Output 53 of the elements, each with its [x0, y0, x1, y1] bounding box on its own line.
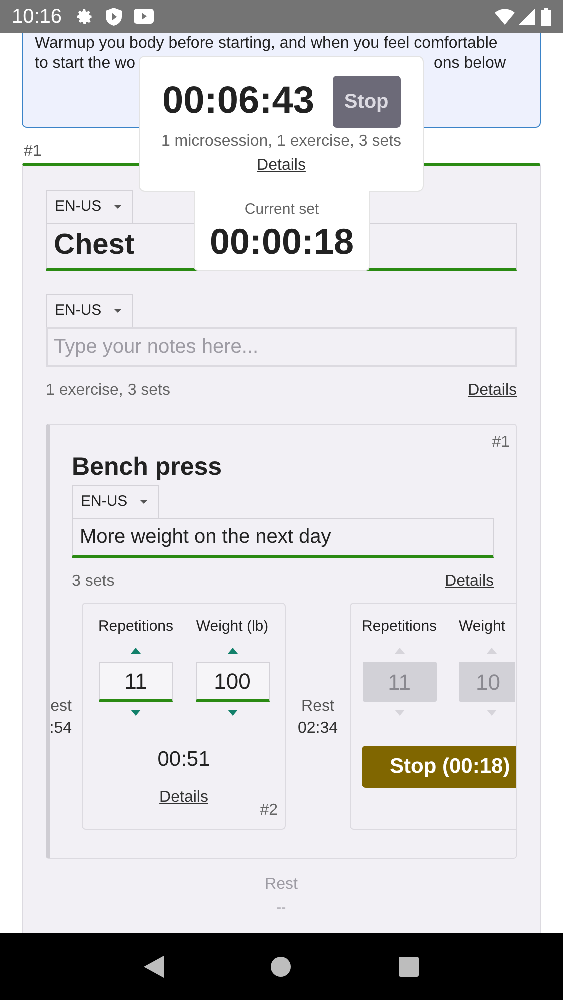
decrease-arrow-icon[interactable]: [130, 710, 141, 716]
note-field[interactable]: More weight on the next day: [72, 518, 494, 558]
home-icon[interactable]: [271, 956, 292, 976]
stop-button[interactable]: Stop: [332, 76, 401, 128]
number-field[interactable]: 100: [196, 662, 270, 702]
rest-time: 02:34: [298, 719, 338, 739]
current-set-time: 00:00:18: [210, 222, 354, 262]
dropdown-caret-icon: [140, 500, 148, 504]
exercise-number: #1: [492, 433, 510, 453]
details-link[interactable]: Details: [468, 379, 517, 403]
rest-label: Rest: [265, 875, 298, 895]
number-field[interactable]: 11: [98, 662, 173, 702]
signal-icon: [519, 8, 535, 24]
back-icon[interactable]: [144, 956, 164, 978]
rest-label: Rest: [302, 697, 334, 717]
section-number: #1: [24, 143, 42, 161]
language-select[interactable]: EN-US: [46, 294, 133, 327]
details-link[interactable]: Details: [160, 786, 208, 810]
recents-icon[interactable]: [399, 956, 420, 976]
shield-icon: [106, 8, 122, 26]
battery-icon: [541, 8, 551, 26]
info-text: to start the wo: [35, 54, 136, 74]
gear-icon: [76, 8, 94, 26]
clock: 10:16: [12, 4, 62, 30]
info-text: ons below: [434, 54, 506, 74]
decrease-arrow-icon[interactable]: [228, 710, 238, 716]
rest-time: :54: [50, 719, 72, 739]
exercise-title: Bench press: [72, 452, 224, 483]
details-link[interactable]: Details: [257, 154, 306, 178]
column-label: Weight (lb): [196, 617, 269, 637]
exercise-summary: 3 sets: [72, 572, 115, 592]
video-play-icon: [134, 9, 154, 24]
rest-label: est: [50, 697, 72, 717]
column-label: Repetitions: [362, 617, 438, 637]
increase-arrow-icon[interactable]: [130, 648, 141, 654]
wifi-icon: [495, 8, 515, 24]
set-number: #2: [260, 801, 278, 821]
session-summary: 1 exercise, 3 sets: [46, 381, 170, 401]
current-set-label: Current set: [244, 200, 320, 220]
language-select[interactable]: EN-US: [46, 190, 133, 223]
dropdown-caret-icon: [114, 205, 122, 209]
elapsed-time: 00:06:43: [162, 79, 315, 124]
details-link[interactable]: Details: [445, 570, 494, 594]
column-label: Weight: [459, 617, 506, 637]
dropdown-caret-icon: [114, 309, 122, 313]
column-label: Repetitions: [98, 617, 174, 637]
rest-time: --: [276, 898, 286, 917]
notes-field[interactable]: Type your notes here...: [46, 327, 517, 367]
language-select[interactable]: EN-US: [72, 485, 159, 518]
increase-arrow-icon[interactable]: [228, 648, 238, 654]
set-duration: 00:51: [158, 747, 210, 773]
session-summary: 1 microsession, 1 exercise, 3 sets: [161, 132, 402, 152]
info-text: Warmup you body before starting, and when you feel comfortable: [35, 34, 499, 54]
